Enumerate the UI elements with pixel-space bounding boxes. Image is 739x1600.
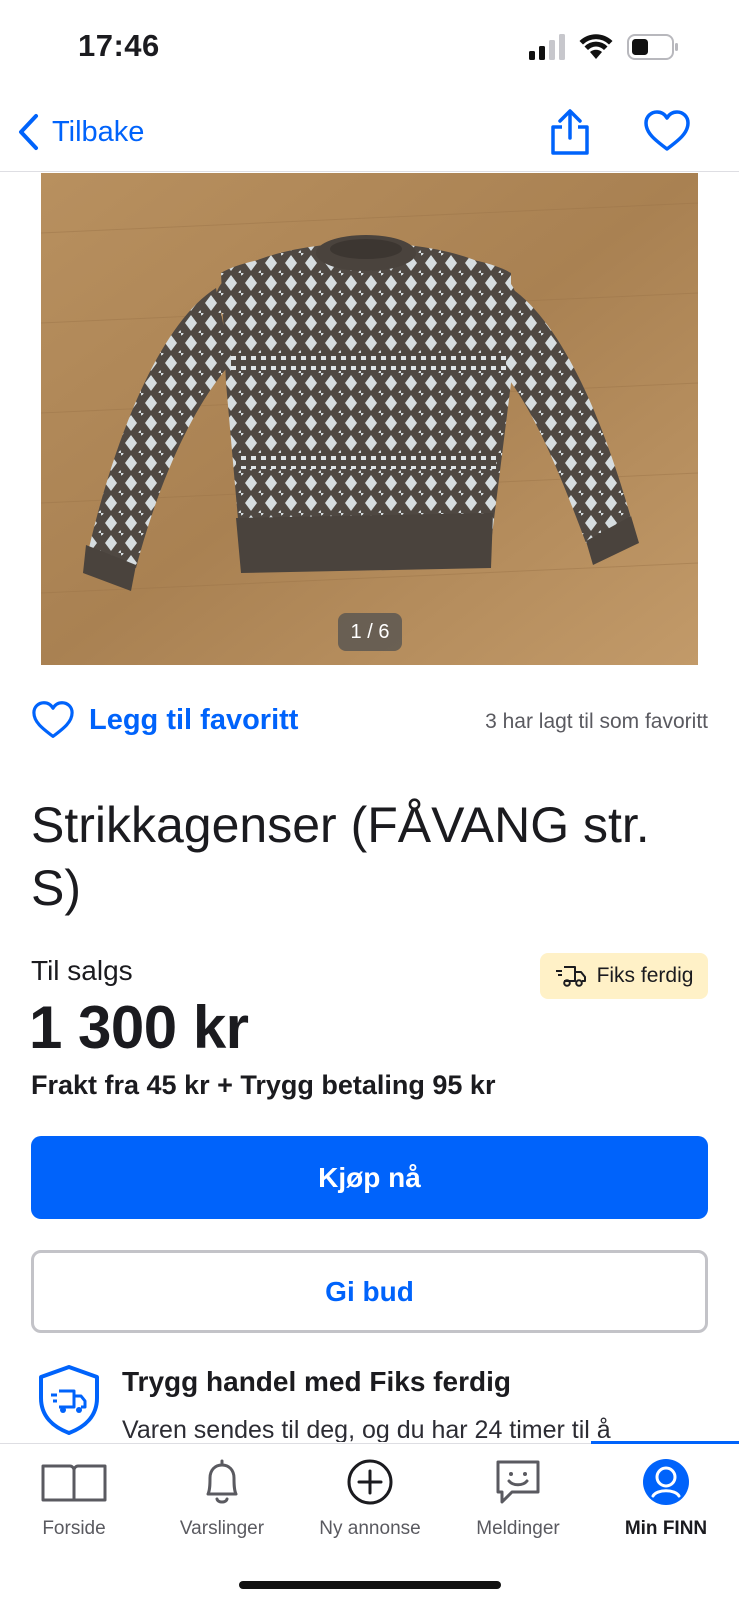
back-label: Tilbake <box>52 115 145 148</box>
back-button[interactable]: Tilbake <box>16 110 144 154</box>
share-button[interactable] <box>548 108 592 156</box>
book-icon <box>41 1464 107 1502</box>
status-icons <box>529 34 679 60</box>
price: 1 300 kr <box>29 994 249 1061</box>
badge-label: Fiks ferdig <box>596 964 694 987</box>
add-favorite-label: Legg til favoritt <box>89 703 299 736</box>
active-tab-indicator <box>591 1441 739 1444</box>
buy-now-button[interactable]: Kjøp nå <box>31 1136 708 1219</box>
tab-bar: Forside Varslinger Ny annonse Meldinger … <box>0 1441 739 1600</box>
image-counter: 1 / 6 <box>338 613 402 651</box>
heart-outline-icon <box>32 701 74 738</box>
heart-icon <box>644 110 690 151</box>
tab-forside[interactable]: Forside <box>0 1456 148 1551</box>
status-bar: 17:46 <box>0 0 739 100</box>
signal-icon <box>529 34 565 60</box>
plus-circle-icon <box>347 1459 393 1505</box>
profile-icon <box>643 1459 689 1505</box>
safe-trade-text: Varen sendes til deg, og du har 24 timer… <box>122 1416 611 1442</box>
safe-trade-title: Trygg handel med Fiks ferdig <box>122 1366 511 1397</box>
chat-icon <box>496 1460 540 1504</box>
favorite-count: 3 har lagt til som favoritt <box>485 710 708 733</box>
tab-ny-annonse[interactable]: Ny annonse <box>296 1456 444 1551</box>
tab-varslinger[interactable]: Varslinger <box>148 1456 296 1551</box>
chevron-left-icon <box>19 114 38 150</box>
home-indicator[interactable] <box>239 1581 501 1589</box>
share-icon <box>551 109 589 155</box>
nav-bar: Tilbake <box>0 100 739 172</box>
tab-min-finn[interactable]: Min FINN <box>592 1456 739 1551</box>
add-favorite-button[interactable]: Legg til favoritt <box>31 700 298 740</box>
delivery-truck-icon <box>555 966 586 987</box>
favorite-heart-button[interactable] <box>643 109 691 155</box>
fiks-ferdig-badge: Fiks ferdig <box>540 953 708 999</box>
product-image[interactable]: 1 / 6 <box>41 173 698 665</box>
tab-meldinger[interactable]: Meldinger <box>444 1456 592 1551</box>
sale-status: Til salgs <box>31 955 133 986</box>
status-time: 17:46 <box>78 28 160 63</box>
tab-label: Min FINN <box>624 1518 708 1539</box>
tab-label: Varslinger <box>179 1518 265 1539</box>
shield-icon <box>39 1365 99 1435</box>
make-bid-button[interactable]: Gi bud <box>31 1250 708 1333</box>
tab-label: Ny annonse <box>319 1518 421 1539</box>
bell-icon <box>206 1459 238 1504</box>
tab-label: Forside <box>42 1518 106 1539</box>
wifi-icon <box>579 34 613 59</box>
safe-trade-section: Trygg handel med Fiks ferdig Varen sende… <box>31 1360 711 1442</box>
shipping-info: Frakt fra 45 kr + Trygg betaling 95 kr <box>31 1070 496 1100</box>
favorite-row: Legg til favoritt 3 har lagt til som fav… <box>31 696 708 746</box>
sweater-photo <box>41 173 698 665</box>
tab-label: Meldinger <box>476 1518 560 1539</box>
battery-icon <box>627 34 678 60</box>
listing-title: Strikkagenser (FÅVANG str. S) <box>31 797 650 916</box>
